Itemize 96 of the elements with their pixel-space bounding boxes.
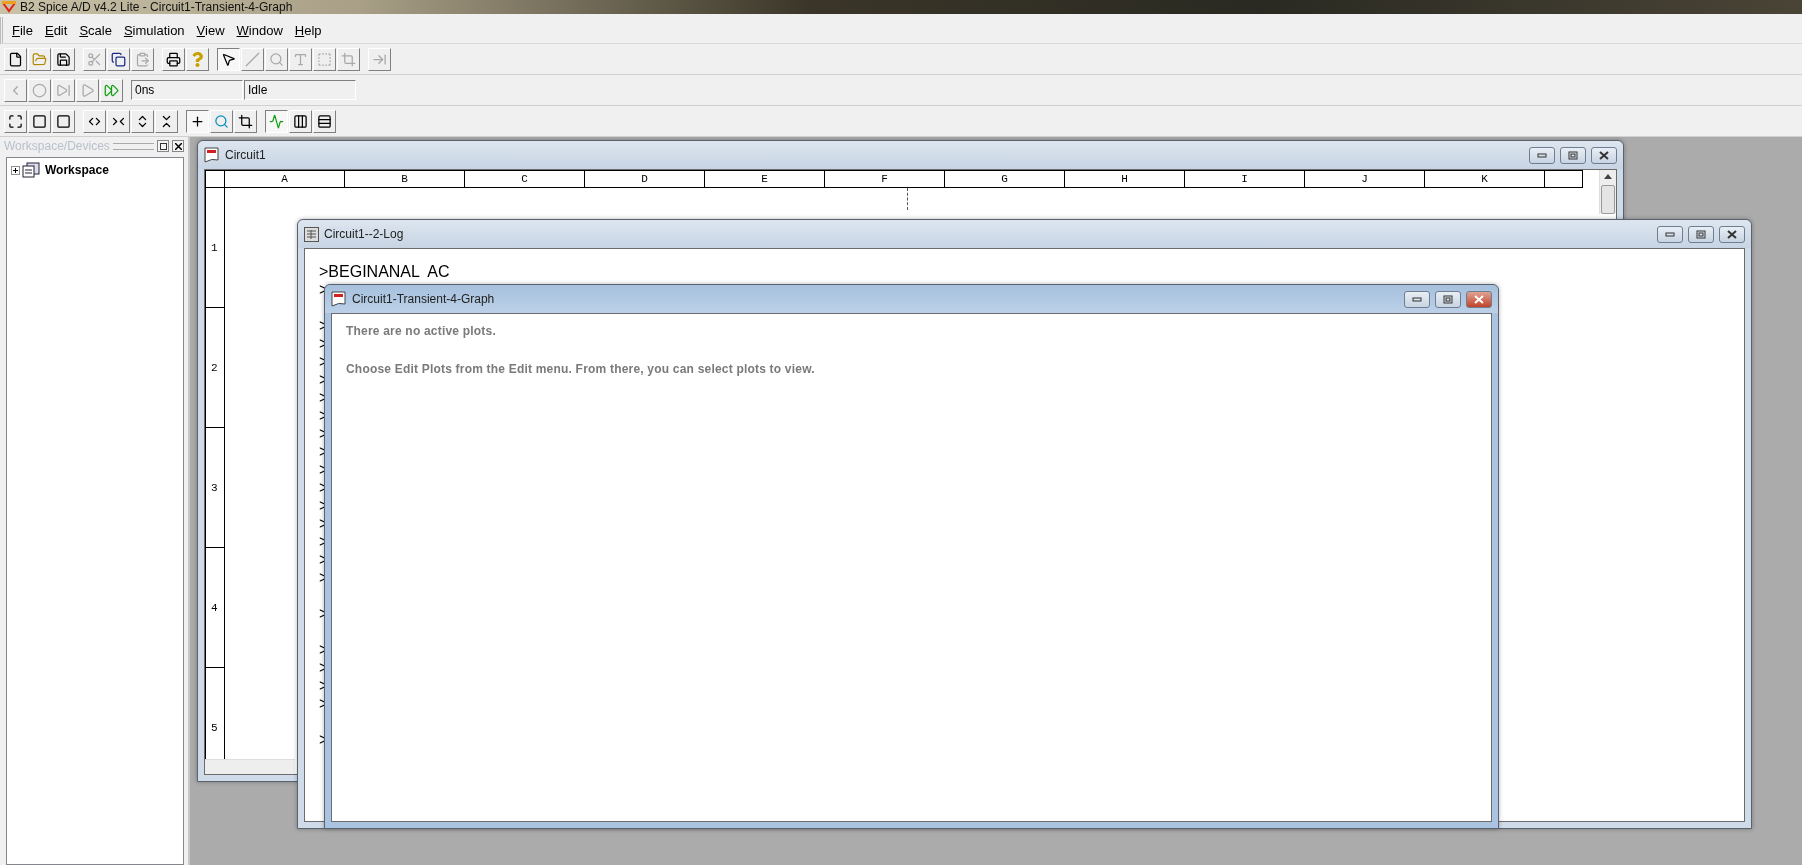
- maximize-button[interactable]: [1688, 225, 1714, 243]
- window-title: Circuit1-Transient-4-Graph: [352, 292, 496, 306]
- column-header: A: [225, 170, 345, 188]
- close-button[interactable]: [172, 140, 184, 152]
- document-icon: [204, 147, 220, 163]
- minimize-button[interactable]: [1404, 290, 1430, 308]
- text-icon: [293, 51, 308, 67]
- copy-icon: [111, 51, 126, 67]
- row-header: 3: [205, 428, 225, 548]
- window-title: Circuit1--2-Log: [324, 227, 405, 241]
- log-line: >BEGINANAL AC: [319, 263, 450, 281]
- crop-icon: [238, 113, 253, 129]
- row-header: 4: [205, 548, 225, 668]
- close-icon: [174, 142, 182, 150]
- menu-item[interactable]: File: [7, 20, 38, 40]
- maximize-icon: [1443, 294, 1453, 304]
- close-icon: [1474, 294, 1484, 304]
- line-icon: [245, 51, 260, 67]
- crosshair-icon: [190, 113, 205, 129]
- search-icon: [269, 51, 284, 67]
- toolbar-button[interactable]: [186, 109, 209, 133]
- column-header: F: [825, 170, 945, 188]
- help-icon: [190, 51, 205, 67]
- maximize-button[interactable]: [1435, 290, 1461, 308]
- tree-item[interactable]: Workspace: [42, 163, 109, 177]
- vertical-scrollbar[interactable]: [1599, 170, 1616, 214]
- menu-item[interactable]: Edit: [39, 20, 73, 40]
- new-file-icon: [8, 51, 23, 67]
- record-icon: [32, 82, 47, 98]
- restore-button[interactable]: [157, 140, 169, 152]
- menu-item[interactable]: Window: [231, 20, 288, 40]
- open-folder-icon: [32, 51, 47, 67]
- scroll-up-icon: [1604, 174, 1612, 179]
- menu-item[interactable]: Simulation: [118, 20, 190, 40]
- close-button[interactable]: [1719, 225, 1745, 243]
- plus-icon: [12, 166, 19, 174]
- column-header: [1545, 170, 1583, 188]
- sim-state-field: Idle: [244, 80, 356, 100]
- window-title: Circuit1: [225, 148, 267, 162]
- page-break-line: [907, 188, 908, 210]
- column-header: H: [1065, 170, 1185, 188]
- rows-icon: [317, 113, 332, 129]
- message-text: Choose Edit Plots from the Edit menu. From there, you can select plots to view.: [346, 362, 815, 376]
- fast-forward-icon: [104, 82, 119, 98]
- save-icon: [56, 51, 71, 67]
- menu-item[interactable]: Help: [289, 20, 327, 40]
- scroll-thumb[interactable]: [1601, 184, 1615, 214]
- column-header: B: [345, 170, 465, 188]
- minimize-icon: [1537, 152, 1547, 158]
- row-header: 1: [205, 188, 225, 308]
- maximize-icon: [1568, 150, 1578, 160]
- menu-item[interactable]: View: [191, 20, 230, 40]
- dashed-square-icon: [317, 51, 332, 67]
- minimize-icon: [1665, 231, 1675, 237]
- minimize-icon: [1412, 296, 1422, 302]
- column-header: E: [705, 170, 825, 188]
- maximize-button[interactable]: [1560, 146, 1586, 164]
- play-icon: [80, 82, 95, 98]
- column-header: D: [585, 170, 705, 188]
- column-header: C: [465, 170, 585, 188]
- message-text: There are no active plots.: [346, 324, 496, 338]
- horizontal-scrollbar[interactable]: [205, 759, 295, 774]
- paste-icon: [135, 51, 150, 67]
- scissors-icon: [87, 51, 102, 67]
- column-header: J: [1305, 170, 1425, 188]
- close-icon: [1599, 150, 1609, 160]
- step-forward-icon: [56, 82, 71, 98]
- app-title: B2 Spice A/D v4.2 Lite - Circuit1-Transient-4-Graph: [20, 0, 293, 14]
- close-icon: [1727, 229, 1737, 239]
- printer-icon: [166, 51, 181, 67]
- minimize-button[interactable]: [1657, 225, 1683, 243]
- pointer-icon: [221, 51, 236, 67]
- toolbar-button[interactable]: [217, 47, 240, 71]
- maximize-icon: [1696, 229, 1706, 239]
- zoom-icon: [214, 113, 229, 129]
- row-header: 2: [205, 308, 225, 428]
- sheet-corner: [205, 170, 225, 188]
- columns-icon: [293, 113, 308, 129]
- panel-title: Workspace/Devices: [4, 139, 110, 153]
- menu-item[interactable]: Scale: [74, 20, 117, 40]
- sim-time-field: 0ns: [131, 80, 243, 100]
- close-button[interactable]: [1591, 146, 1617, 164]
- column-header: K: [1425, 170, 1545, 188]
- workspace-icon: [22, 162, 40, 178]
- panel-grip[interactable]: [112, 142, 154, 150]
- expand-toggle[interactable]: [11, 165, 20, 175]
- table-icon: [304, 226, 319, 242]
- minimize-button[interactable]: [1529, 146, 1555, 164]
- app-logo-icon: [2, 1, 16, 13]
- document-icon: [331, 291, 347, 307]
- column-header: G: [945, 170, 1065, 188]
- crop-icon: [341, 51, 356, 67]
- fit-all-icon: [8, 113, 23, 129]
- column-header: I: [1185, 170, 1305, 188]
- trace-icon: [269, 113, 284, 129]
- restore-icon: [159, 142, 167, 150]
